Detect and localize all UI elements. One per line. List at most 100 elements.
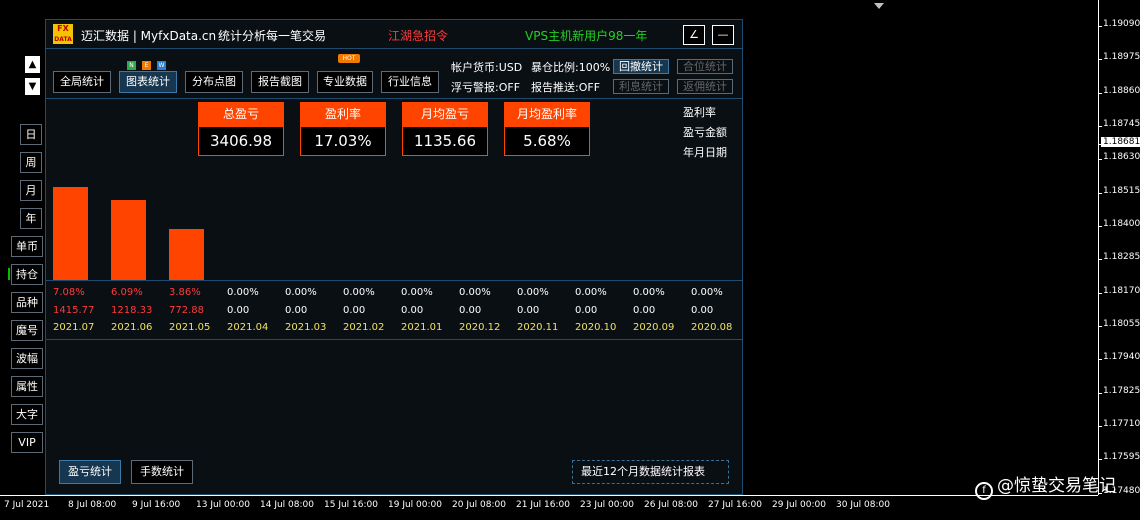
price-tick <box>1098 193 1102 194</box>
position-stats-button[interactable]: 合位统计 <box>677 59 733 74</box>
tab-industry-info[interactable]: 行业信息 <box>381 71 439 93</box>
tab-global-stats[interactable]: 全局统计 <box>53 71 111 93</box>
price-label: 1.17825 <box>1103 386 1140 396</box>
month-label: 2021.03 <box>285 322 327 333</box>
time-label: 20 Jul 08:00 <box>452 500 506 510</box>
promo-recruit-link[interactable]: 江湖急招令 <box>388 27 448 44</box>
month-label: 2020.11 <box>517 322 559 333</box>
amount-label: 1218.33 <box>111 305 153 316</box>
app-name: 迈汇数据 | MyfxData.cn <box>81 29 217 43</box>
sidebar-item-magic[interactable]: 魔号 <box>11 320 43 341</box>
amount-label: 0.00 <box>575 305 598 316</box>
time-label: 21 Jul 16:00 <box>516 500 570 510</box>
lots-stats-button[interactable]: 手数统计 <box>131 460 193 484</box>
profit-rate-label: 盈利率 <box>300 102 386 126</box>
price-tick <box>1098 26 1102 27</box>
month-label: 2021.04 <box>227 322 269 333</box>
time-label: 30 Jul 08:00 <box>836 500 890 510</box>
edit-icon[interactable]: ∠ <box>683 25 705 45</box>
legend-profit-rate: 盈利率 <box>683 106 716 119</box>
tab-chart-stats[interactable]: 图表统计 <box>119 71 177 93</box>
time-label: 29 Jul 00:00 <box>772 500 826 510</box>
rate-label: 0.00% <box>459 287 491 298</box>
monthly-avg-pnl-value: 1135.66 <box>402 126 488 156</box>
time-label: 7 Jul 2021 <box>4 500 50 510</box>
rate-label: 0.00% <box>227 287 259 298</box>
new-badge-e: E <box>142 61 151 70</box>
rebate-stats-button[interactable]: 返佣统计 <box>677 79 733 94</box>
minimize-button[interactable]: — <box>712 25 734 45</box>
sidebar-item-attribute[interactable]: 属性 <box>11 376 43 397</box>
time-label: 26 Jul 08:00 <box>644 500 698 510</box>
table-separator <box>45 339 743 340</box>
rate-label: 0.00% <box>285 287 317 298</box>
price-label: 1.17710 <box>1103 419 1140 429</box>
rate-label: 6.09% <box>111 287 143 298</box>
monthly-avg-rate-value: 5.68% <box>504 126 590 156</box>
price-label: 1.18860 <box>1103 86 1140 96</box>
price-tick <box>1098 259 1102 260</box>
total-pnl-value: 3406.98 <box>198 126 284 156</box>
price-label: 1.19090 <box>1103 19 1140 29</box>
monthly-avg-pnl-label: 月均盈亏 <box>402 102 488 126</box>
rate-label: 0.00% <box>517 287 549 298</box>
sidebar-item-large-font[interactable]: 大字 <box>11 404 43 425</box>
amount-label: 0.00 <box>343 305 366 316</box>
month-label: 2021.05 <box>169 322 211 333</box>
sidebar-item-month[interactable]: 月 <box>20 180 42 201</box>
report-push: 报告推送:OFF <box>531 81 601 94</box>
month-label: 2021.06 <box>111 322 153 333</box>
sidebar-item-symbol[interactable]: 品种 <box>11 292 43 313</box>
float-loss-alert: 浮亏警报:OFF <box>451 81 521 94</box>
new-badge-w: W <box>157 61 166 70</box>
time-label: 19 Jul 00:00 <box>388 500 442 510</box>
sidebar-item-holding[interactable]: 持仓 <box>11 264 43 285</box>
pnl-stats-button[interactable]: 盈亏统计 <box>59 460 121 484</box>
scroll-up-button[interactable]: ▲ <box>25 56 40 73</box>
tab-distribution[interactable]: 分布点图 <box>185 71 243 93</box>
amount-label: 0.00 <box>227 305 250 316</box>
rate-label: 0.00% <box>691 287 723 298</box>
amount-label: 0.00 <box>517 305 540 316</box>
price-tick <box>1098 126 1102 127</box>
time-label: 8 Jul 08:00 <box>68 500 117 510</box>
price-tick <box>1098 93 1102 94</box>
time-label: 23 Jul 00:00 <box>580 500 634 510</box>
sidebar-item-day[interactable]: 日 <box>20 124 42 145</box>
total-pnl-label: 总盈亏 <box>198 102 284 126</box>
sidebar-item-single-currency[interactable]: 单币 <box>11 236 43 257</box>
month-label: 2020.08 <box>691 322 733 333</box>
amount-label: 772.88 <box>169 305 204 316</box>
sidebar-item-week[interactable]: 周 <box>20 152 42 173</box>
margin-ratio: 暴仓比例:100% <box>531 61 611 74</box>
sidebar-item-volatility[interactable]: 波幅 <box>11 348 43 369</box>
price-tick <box>1098 59 1102 60</box>
price-tick <box>1098 459 1102 460</box>
month-label: 2020.12 <box>459 322 501 333</box>
time-label: 14 Jul 08:00 <box>260 500 314 510</box>
holding-indicator <box>8 268 10 280</box>
promo-vps-link[interactable]: VPS主机新用户98一年 <box>525 27 647 44</box>
myfxdata-logo: FX DATA <box>53 24 73 44</box>
price-tick <box>1098 144 1102 145</box>
monthly-avg-rate-label: 月均盈利率 <box>504 102 590 126</box>
sidebar-item-vip[interactable]: VIP <box>11 432 43 453</box>
tab-report-screenshot[interactable]: 报告截图 <box>251 71 309 93</box>
price-tick <box>1098 359 1102 360</box>
price-label: 1.18055 <box>1103 319 1140 329</box>
drawdown-stats-button[interactable]: 回撤统计 <box>613 59 669 74</box>
interest-stats-button[interactable]: 利息统计 <box>613 79 669 94</box>
rate-label: 0.00% <box>343 287 375 298</box>
time-label: 15 Jul 16:00 <box>324 500 378 510</box>
rate-label: 0.00% <box>575 287 607 298</box>
scroll-down-button[interactable]: ▼ <box>25 78 40 95</box>
tab-pro-data[interactable]: 专业数据 <box>317 71 373 93</box>
sidebar-item-year[interactable]: 年 <box>20 208 42 229</box>
amount-label: 0.00 <box>459 305 482 316</box>
month-label: 2021.01 <box>401 322 443 333</box>
chart-baseline <box>45 280 743 281</box>
current-price-marker-icon <box>874 3 884 9</box>
price-label: 1.18170 <box>1103 286 1140 296</box>
price-tick <box>1098 226 1102 227</box>
time-label: 9 Jul 16:00 <box>132 500 181 510</box>
